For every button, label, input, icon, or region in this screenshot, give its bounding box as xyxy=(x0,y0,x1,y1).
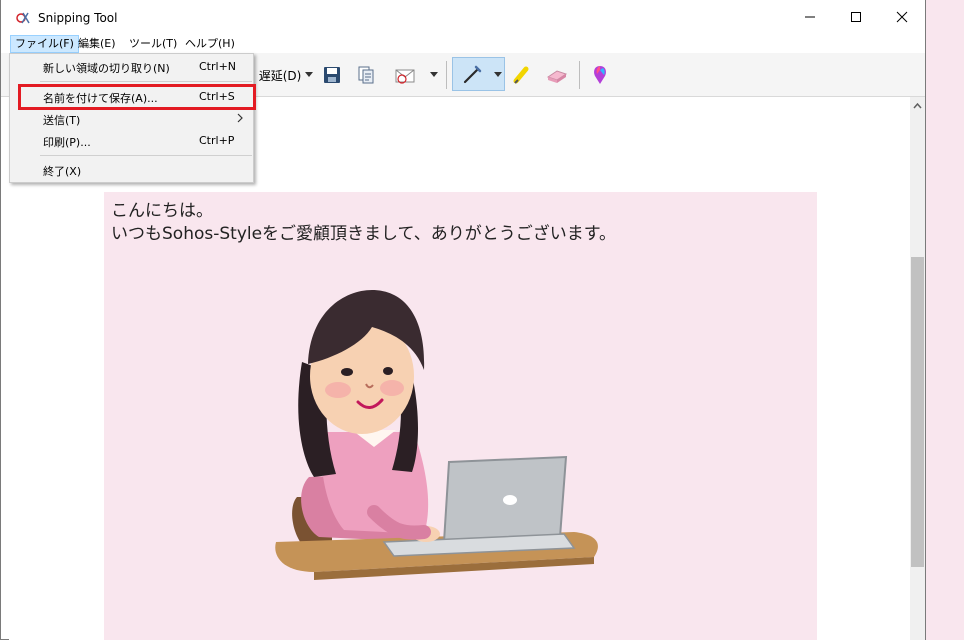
copy-button[interactable] xyxy=(353,59,379,91)
minimize-icon xyxy=(805,16,815,18)
delay-dropdown-button[interactable] xyxy=(303,59,315,91)
close-icon xyxy=(896,11,908,23)
scroll-thumb[interactable] xyxy=(911,257,924,567)
save-button[interactable] xyxy=(319,59,345,91)
envelope-icon xyxy=(395,69,415,84)
floppy-disk-icon xyxy=(324,67,340,83)
menu-print[interactable]: 印刷(P)... Ctrl+P xyxy=(10,130,253,152)
delay-button[interactable]: 遅延(D) xyxy=(254,59,306,91)
copy-icon xyxy=(358,66,374,84)
menu-bar: ファイル(F) 編集(E) ツール(T) ヘルプ(H) xyxy=(1,34,925,53)
menu-item-shortcut: Ctrl+N xyxy=(199,60,237,73)
snipping-tool-icon xyxy=(16,12,30,24)
chevron-right-icon xyxy=(237,113,243,123)
menu-item-label: 新しい領域の切り取り(N) xyxy=(43,62,170,75)
title-bar[interactable]: Snipping Tool xyxy=(1,0,925,34)
eraser-icon xyxy=(546,70,568,83)
close-button[interactable] xyxy=(879,0,925,34)
chevron-down-icon xyxy=(430,72,438,77)
highlighter-button[interactable] xyxy=(509,59,535,91)
menu-edit[interactable]: 編集(E) xyxy=(74,35,120,53)
menu-item-label: 終了(X) xyxy=(43,165,82,178)
menu-item-shortcut: Ctrl+P xyxy=(199,134,235,147)
save-as-highlight-annotation xyxy=(18,84,256,110)
snip-welcome-text: いつもSohos-Styleをご愛顧頂きまして、ありがとうございます。 xyxy=(111,224,616,244)
menu-new-snip[interactable]: 新しい領域の切り取り(N) Ctrl+N xyxy=(10,56,253,78)
pen-dropdown-button[interactable] xyxy=(491,59,505,91)
chevron-down-icon xyxy=(305,72,313,77)
pen-button[interactable] xyxy=(455,59,489,91)
chevron-up-icon xyxy=(913,102,922,108)
menu-send[interactable]: 送信(T) xyxy=(10,108,253,130)
snip-greeting-text: こんにちは。 xyxy=(111,201,213,221)
window-title: Snipping Tool xyxy=(38,11,118,25)
menu-separator xyxy=(40,81,252,82)
highlighter-icon xyxy=(513,66,529,84)
toolbar-separator xyxy=(446,61,447,89)
menu-file[interactable]: ファイル(F) xyxy=(10,35,79,53)
paint3d-icon xyxy=(594,66,606,84)
maximize-icon xyxy=(851,12,861,22)
paint3d-button[interactable] xyxy=(587,59,613,91)
captured-snip: こんにちは。 いつもSohos-Styleをご愛顧頂きまして、ありがとうございま… xyxy=(104,192,817,640)
toolbar-separator xyxy=(579,61,580,89)
menu-separator xyxy=(40,155,252,156)
chevron-down-icon xyxy=(494,72,502,77)
menu-exit[interactable]: 終了(X) xyxy=(10,159,253,181)
vertical-scrollbar[interactable] xyxy=(910,97,925,640)
send-dropdown-button[interactable] xyxy=(427,59,441,91)
delay-label: 遅延(D) xyxy=(258,68,302,83)
file-menu-dropdown: 新しい領域の切り取り(N) Ctrl+N 名前を付けて保存(A)... Ctrl… xyxy=(9,53,254,183)
scroll-up-button[interactable] xyxy=(910,97,925,114)
send-snip-button[interactable] xyxy=(389,59,423,91)
menu-tools[interactable]: ツール(T) xyxy=(125,35,181,53)
pen-icon xyxy=(463,65,482,84)
minimize-button[interactable] xyxy=(787,0,833,34)
maximize-button[interactable] xyxy=(833,0,879,34)
woman-laptop-illustration xyxy=(275,290,598,580)
menu-help[interactable]: ヘルプ(H) xyxy=(181,35,239,53)
eraser-button[interactable] xyxy=(542,59,572,91)
menu-item-label: 印刷(P)... xyxy=(43,136,91,149)
menu-item-label: 送信(T) xyxy=(43,114,81,127)
